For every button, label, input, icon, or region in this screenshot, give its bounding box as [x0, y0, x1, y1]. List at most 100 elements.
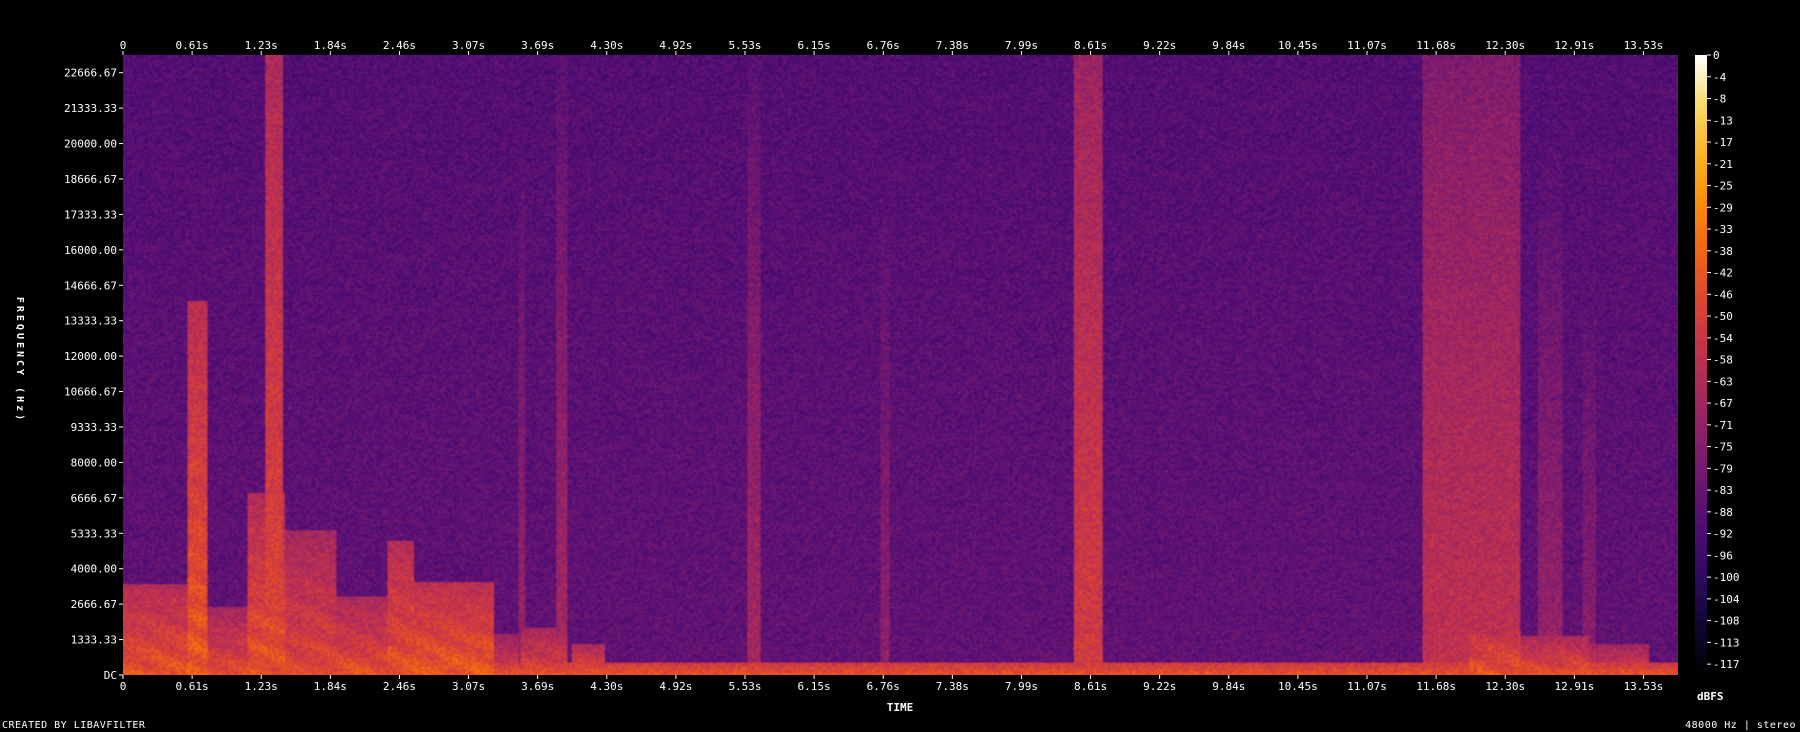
x-tick-label: 6.15s — [798, 39, 831, 52]
colorbar-tick-label: -8 — [1713, 93, 1726, 106]
y-tick-label: 14666.67 — [64, 279, 117, 292]
x-tick-label: 7.99s — [1005, 680, 1038, 693]
colorbar-tick-label: 0 — [1713, 49, 1720, 62]
y-tick-label: 2666.67 — [71, 598, 117, 611]
colorbar-gradient — [1695, 55, 1707, 675]
colorbar-tick-label: -92 — [1713, 528, 1733, 541]
colorbar-tick-label: -50 — [1713, 310, 1733, 323]
colorbar-tick-label: -100 — [1713, 571, 1740, 584]
x-tick-label: 11.68s — [1416, 680, 1456, 693]
colorbar-tick-label: -42 — [1713, 267, 1733, 280]
x-tick-label: 8.61s — [1074, 680, 1107, 693]
x-tick-label: 1.84s — [314, 39, 347, 52]
x-tick-label: 0.61s — [176, 680, 209, 693]
x-tick-label: 3.69s — [521, 680, 554, 693]
colorbar-tick-label: -75 — [1713, 441, 1733, 454]
y-tick-label: 13333.33 — [64, 315, 117, 328]
x-axis-label: TIME — [887, 701, 914, 714]
spectrogram-heatmap — [123, 55, 1678, 675]
y-tick-label: 17333.33 — [64, 208, 117, 221]
colorbar-tick-label: -108 — [1713, 615, 1740, 628]
colorbar-tick-label: -83 — [1713, 484, 1733, 497]
colorbar-tick-label: -71 — [1713, 419, 1733, 432]
footer-format: 48000 Hz | stereo — [1685, 720, 1796, 731]
x-tick-label: 0 — [120, 680, 127, 693]
colorbar-tick-label: -63 — [1713, 375, 1733, 388]
x-tick-label: 0 — [120, 39, 127, 52]
x-tick-label: 9.22s — [1143, 39, 1176, 52]
colorbar-tick-label: -113 — [1713, 636, 1740, 649]
x-tick-label: 9.22s — [1143, 680, 1176, 693]
x-axis-top: 0 0.61s 1.23s 1.84s 2.46s 3.07s 3.69s 4.30s 4.92… — [120, 39, 1664, 55]
colorbar-tick-label: -38 — [1713, 245, 1733, 258]
x-tick-label: 1.23s — [245, 39, 278, 52]
x-tick-label: 6.76s — [867, 39, 900, 52]
x-tick-label: 11.07s — [1347, 680, 1387, 693]
x-tick-label: 4.30s — [590, 39, 623, 52]
colorbar-tick-label: -67 — [1713, 397, 1733, 410]
y-tick-label: 12000.00 — [64, 350, 117, 363]
x-tick-label: 4.92s — [659, 39, 692, 52]
colorbar-axis: 0 -4 -8 -13 -17 -21 -25 -29 -33 -38 -42 -46 -50 -54 -5… — [1707, 49, 1740, 671]
x-tick-label: 7.99s — [1005, 39, 1038, 52]
colorbar-tick-label: -88 — [1713, 506, 1733, 519]
y-tick-label: 10666.67 — [64, 386, 117, 399]
y-tick-label: 20000.00 — [64, 138, 117, 151]
colorbar-tick-label: -54 — [1713, 332, 1733, 345]
x-tick-label: 12.30s — [1485, 39, 1525, 52]
y-tick-label: 1333.33 — [71, 634, 117, 647]
footer-credit: CREATED BY LIBAVFILTER — [2, 720, 146, 731]
y-tick-label: 9333.33 — [71, 421, 117, 434]
colorbar-label: dBFS — [1697, 690, 1724, 703]
x-tick-label: 12.91s — [1554, 680, 1594, 693]
spectrogram-chart: 0 0.61s 1.23s 1.84s 2.46s 3.07s 3.69s 4.30s 4.92… — [14, 39, 1740, 714]
x-tick-label: 0.61s — [176, 39, 209, 52]
colorbar-tick-label: -79 — [1713, 462, 1733, 475]
x-tick-label: 1.23s — [245, 680, 278, 693]
colorbar-tick-label: -96 — [1713, 549, 1733, 562]
colorbar-tick-label: -46 — [1713, 288, 1733, 301]
x-tick-label: 13.53s — [1624, 39, 1664, 52]
x-tick-label: 4.30s — [590, 680, 623, 693]
colorbar-tick-label: -33 — [1713, 223, 1733, 236]
colorbar-tick-label: -117 — [1713, 658, 1740, 671]
x-tick-label: 12.30s — [1485, 680, 1525, 693]
colorbar-tick-label: -29 — [1713, 201, 1733, 214]
y-tick-label: 22666.67 — [64, 67, 117, 80]
y-tick-label: 16000.00 — [64, 244, 117, 257]
x-tick-label: 9.84s — [1212, 680, 1245, 693]
x-tick-label: 3.07s — [452, 39, 485, 52]
x-tick-label: 12.91s — [1554, 39, 1594, 52]
colorbar-tick-label: -104 — [1713, 593, 1740, 606]
x-tick-label: 13.53s — [1624, 680, 1664, 693]
x-tick-label: 5.53s — [728, 39, 761, 52]
x-tick-label: 6.15s — [798, 680, 831, 693]
x-tick-label: 10.45s — [1278, 680, 1318, 693]
x-tick-label: 5.53s — [728, 680, 761, 693]
y-tick-label: 18666.67 — [64, 173, 117, 186]
y-tick-label: 5333.33 — [71, 527, 117, 540]
x-tick-label: 9.84s — [1212, 39, 1245, 52]
y-tick-label: 8000.00 — [71, 456, 117, 469]
x-tick-label: 6.76s — [867, 680, 900, 693]
y-axis-label: FREQUENCY (Hz) — [14, 297, 25, 423]
x-tick-label: 2.46s — [383, 680, 416, 693]
x-tick-label: 11.68s — [1416, 39, 1456, 52]
colorbar-tick-label: -25 — [1713, 180, 1733, 193]
y-tick-label: DC — [104, 669, 117, 682]
y-tick-label: 6666.67 — [71, 492, 117, 505]
y-tick-label: 21333.33 — [64, 102, 117, 115]
x-tick-label: 7.38s — [936, 680, 969, 693]
colorbar-tick-label: -13 — [1713, 114, 1733, 127]
x-tick-label: 4.92s — [659, 680, 692, 693]
x-tick-label: 10.45s — [1278, 39, 1318, 52]
x-tick-label: 2.46s — [383, 39, 416, 52]
x-tick-label: 8.61s — [1074, 39, 1107, 52]
y-axis: DC 1333.33 2666.67 4000.00 5333.33 6666.67 800… — [64, 67, 123, 682]
x-tick-label: 3.07s — [452, 680, 485, 693]
colorbar-tick-label: -58 — [1713, 354, 1733, 367]
x-axis-bottom: 0 0.61s 1.23s 1.84s 2.46s 3.07s 3.69s 4.30s 4.92… — [120, 675, 1664, 693]
colorbar-tick-label: -21 — [1713, 158, 1733, 171]
x-tick-label: 1.84s — [314, 680, 347, 693]
x-tick-label: 3.69s — [521, 39, 554, 52]
